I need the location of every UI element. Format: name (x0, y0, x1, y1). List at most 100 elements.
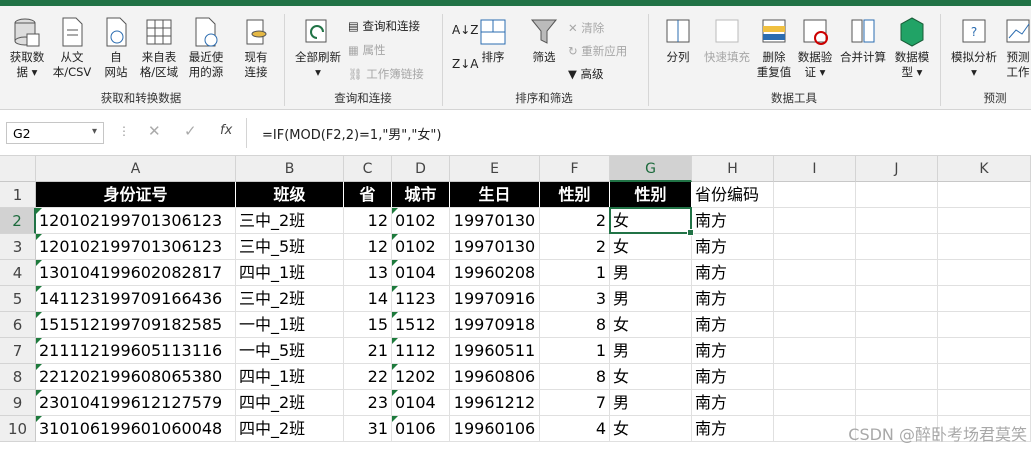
cell-g2[interactable]: 女 (610, 208, 692, 234)
cell-g3[interactable]: 女 (610, 234, 692, 260)
cell-e8[interactable]: 19960806 (450, 364, 540, 390)
column-header-j[interactable]: J (856, 156, 938, 182)
cell-e10[interactable]: 19960106 (450, 416, 540, 442)
cell-c7[interactable]: 21 (344, 338, 392, 364)
enter-icon[interactable]: ✓ (184, 122, 197, 140)
cell-e7[interactable]: 19960511 (450, 338, 540, 364)
cell-f5[interactable]: 3 (540, 286, 610, 312)
cell-d2[interactable]: 0102 (392, 208, 450, 234)
cell-k7[interactable] (938, 338, 1031, 364)
column-header-i[interactable]: I (774, 156, 856, 182)
cell-j8[interactable] (856, 364, 938, 390)
cell-i3[interactable] (774, 234, 856, 260)
cell-i7[interactable] (774, 338, 856, 364)
cell-c3[interactable]: 12 (344, 234, 392, 260)
cell-c9[interactable]: 23 (344, 390, 392, 416)
column-header-h[interactable]: H (692, 156, 774, 182)
clear-filter-button[interactable]: ✕ 清除 (568, 20, 604, 36)
cell-d5[interactable]: 1123 (392, 286, 450, 312)
cell-c8[interactable]: 22 (344, 364, 392, 390)
cell-e2[interactable]: 19970130 (450, 208, 540, 234)
chevron-down-icon[interactable]: ▾ (92, 126, 97, 137)
header-cell-a1[interactable]: 身份证号 (36, 182, 236, 208)
sort-button[interactable]: 排序 (476, 16, 510, 65)
cell-b8[interactable]: 四中_1班 (236, 364, 344, 390)
column-header-c[interactable]: C (344, 156, 392, 182)
column-header-g[interactable]: G (610, 156, 692, 182)
row-header-5[interactable]: 5 (0, 286, 36, 312)
cell-b6[interactable]: 一中_1班 (236, 312, 344, 338)
cell-j5[interactable] (856, 286, 938, 312)
cell-k2[interactable] (938, 208, 1031, 234)
cell-a3[interactable]: 120102199701306123 (36, 234, 236, 260)
formula-input[interactable]: =IF(MOD(F2,2)=1,"男","女") (262, 124, 441, 143)
cell-b3[interactable]: 三中_5班 (236, 234, 344, 260)
cell-b4[interactable]: 四中_1班 (236, 260, 344, 286)
row-header-1[interactable]: 1 (0, 182, 36, 208)
cell-j9[interactable] (856, 390, 938, 416)
column-header-d[interactable]: D (392, 156, 450, 182)
sort-za-icon[interactable]: Z↓A (452, 56, 478, 72)
column-header-k[interactable]: K (938, 156, 1031, 182)
cell-k9[interactable] (938, 390, 1031, 416)
from-web-button[interactable]: 自网站 (98, 16, 134, 80)
cell-h4[interactable]: 南方 (692, 260, 774, 286)
cell-j6[interactable] (856, 312, 938, 338)
cell-g4[interactable]: 男 (610, 260, 692, 286)
cell-a7[interactable]: 211112199605113116 (36, 338, 236, 364)
cell-e9[interactable]: 19961212 (450, 390, 540, 416)
cancel-icon[interactable]: ✕ (148, 122, 161, 140)
consolidate-button[interactable]: 合并计算 (836, 16, 890, 65)
header-cell-g1[interactable]: 性别 (610, 182, 692, 208)
row-header-6[interactable]: 6 (0, 312, 36, 338)
cell-g8[interactable]: 女 (610, 364, 692, 390)
data-validation-button[interactable]: 数据验证 ▾ (794, 16, 836, 80)
cell-h2[interactable]: 南方 (692, 208, 774, 234)
cell-e6[interactable]: 19970918 (450, 312, 540, 338)
cell-g10[interactable]: 女 (610, 416, 692, 442)
cell-a9[interactable]: 230104199612127579 (36, 390, 236, 416)
text-to-columns-button[interactable]: 分列 (658, 16, 698, 65)
from-text-csv-button[interactable]: 从文 本/CSV (50, 16, 94, 80)
cell-j7[interactable] (856, 338, 938, 364)
cell-a5[interactable]: 141123199709166436 (36, 286, 236, 312)
cell-i8[interactable] (774, 364, 856, 390)
recent-sources-button[interactable]: 最近使 用的源 (184, 16, 228, 80)
row-header-7[interactable]: 7 (0, 338, 36, 364)
cell-e5[interactable]: 19970916 (450, 286, 540, 312)
row-header-9[interactable]: 9 (0, 390, 36, 416)
reapply-button[interactable]: ↻ 重新应用 (568, 43, 627, 59)
header-cell-d1[interactable]: 城市 (392, 182, 450, 208)
cell-g7[interactable]: 男 (610, 338, 692, 364)
header-cell-e1[interactable]: 生日 (450, 182, 540, 208)
cell-k6[interactable] (938, 312, 1031, 338)
cell-i4[interactable] (774, 260, 856, 286)
cell-d6[interactable]: 1512 (392, 312, 450, 338)
header-cell-b1[interactable]: 班级 (236, 182, 344, 208)
cell-k3[interactable] (938, 234, 1031, 260)
cell-c6[interactable]: 15 (344, 312, 392, 338)
cell-k5[interactable] (938, 286, 1031, 312)
properties-button[interactable]: ▦ 属性 (348, 42, 386, 58)
flash-fill-button[interactable]: 快速填充 (700, 16, 754, 65)
cell-d7[interactable]: 1112 (392, 338, 450, 364)
cell-h5[interactable]: 南方 (692, 286, 774, 312)
cell-i5[interactable] (774, 286, 856, 312)
cell-f4[interactable]: 1 (540, 260, 610, 286)
filter-button[interactable]: 筛选 (526, 16, 562, 65)
cell-f7[interactable]: 1 (540, 338, 610, 364)
cell-a10[interactable]: 310106199601060048 (36, 416, 236, 442)
advanced-filter-button[interactable]: ▼ 高级 (568, 66, 604, 82)
sort-az-icon[interactable]: A↓Z (452, 22, 478, 38)
header-cell-k1[interactable] (938, 182, 1031, 208)
from-table-range-button[interactable]: 来自表 格/区域 (136, 16, 182, 80)
cell-c5[interactable]: 14 (344, 286, 392, 312)
cell-e3[interactable]: 19970130 (450, 234, 540, 260)
cell-a4[interactable]: 130104199602082817 (36, 260, 236, 286)
row-header-3[interactable]: 3 (0, 234, 36, 260)
cell-i6[interactable] (774, 312, 856, 338)
cell-a6[interactable]: 151512199709182585 (36, 312, 236, 338)
cell-f2[interactable]: 2 (540, 208, 610, 234)
cell-c10[interactable]: 31 (344, 416, 392, 442)
refresh-all-button[interactable]: 全部刷新 ▾ (292, 16, 344, 80)
